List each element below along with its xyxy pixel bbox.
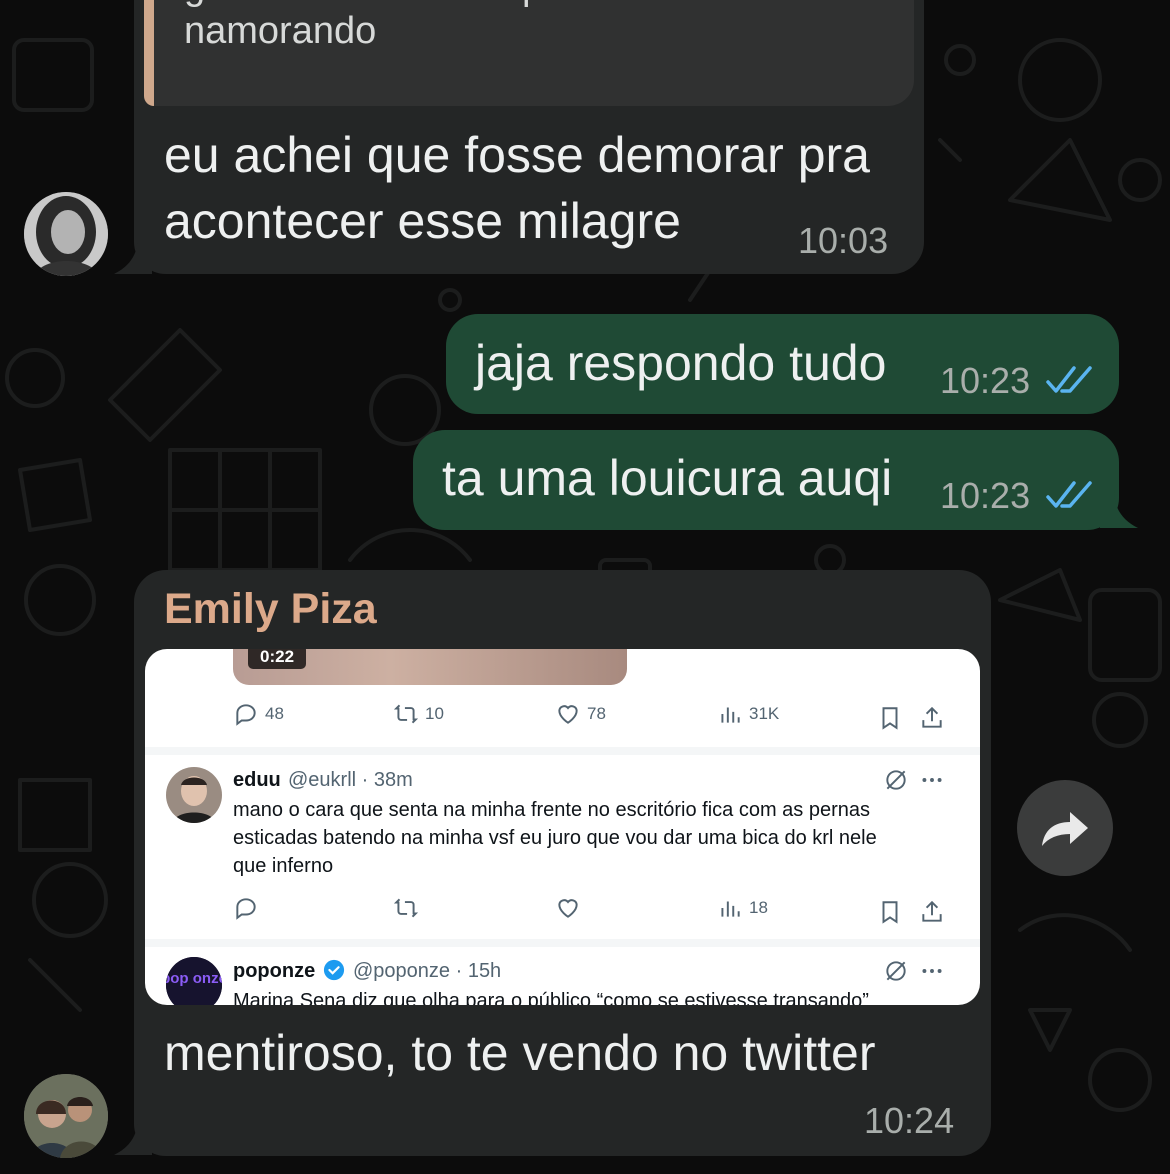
reply-icon xyxy=(236,898,256,920)
more-options-icon xyxy=(922,969,942,973)
reply-count: 48 xyxy=(265,704,284,723)
reply-action: 48 xyxy=(233,701,284,727)
views-count: 18 xyxy=(749,898,768,917)
forward-icon xyxy=(1042,812,1088,846)
avatar-logo-text: pop onze xyxy=(166,970,222,987)
message-text-line: acontecer esse milagre xyxy=(164,193,681,249)
reply-action xyxy=(233,895,259,921)
quote-accent-bar xyxy=(144,0,154,106)
quoted-text-line: namorando xyxy=(184,10,377,52)
tweet-author-meta: @eukrll · 38m xyxy=(288,769,413,791)
like-action xyxy=(555,895,581,921)
message-timestamp: 10:03 xyxy=(798,220,889,261)
like-action: 78 xyxy=(555,701,606,727)
tweet-author-avatar xyxy=(166,767,222,823)
sender-avatar[interactable] xyxy=(24,192,108,276)
bookmark-icon xyxy=(882,707,898,730)
tweet-author-meta: @poponze · 15h xyxy=(353,960,502,982)
reply-icon xyxy=(236,704,256,726)
tweet-body-line: Marina Sena diz que olha para o público … xyxy=(233,990,869,1005)
tweet-author-name: poponze xyxy=(233,960,316,982)
retweet-action xyxy=(393,895,419,921)
views-icon xyxy=(721,707,740,723)
message-text-line: eu achei que fosse demorar pra xyxy=(164,127,870,183)
tweet-body-line: que inferno xyxy=(233,855,334,877)
quoted-text-line: gente não acredito que o eduardo está xyxy=(184,0,837,9)
bookmark-icon xyxy=(882,901,898,924)
grok-icon xyxy=(886,961,906,981)
retweet-action: 10 xyxy=(393,701,444,727)
retweet-count: 10 xyxy=(425,704,444,723)
share-icon xyxy=(922,900,942,922)
message-text: ta uma louicura auqi xyxy=(442,450,893,506)
video-duration: 0:22 xyxy=(248,649,307,669)
message-timestamp: 10:24 xyxy=(864,1100,955,1141)
tweet-actions-row: 18 xyxy=(145,895,980,931)
message-text: mentiroso, to te vendo no twitter xyxy=(164,1025,876,1081)
quoted-message[interactable]: gente não acredito que o eduardo está na… xyxy=(144,0,914,106)
share-icon xyxy=(922,706,942,728)
bubble-tail xyxy=(1100,490,1138,528)
views-action: 18 xyxy=(717,895,768,921)
forward-button[interactable] xyxy=(1017,780,1113,876)
tweet-body-line: esticadas batendo na minha vsf eu juro q… xyxy=(233,827,877,849)
more-options-icon xyxy=(922,778,942,782)
bubble-tail xyxy=(114,236,152,274)
read-receipt-icon xyxy=(1046,481,1092,508)
sender-name[interactable]: Emily Piza xyxy=(164,585,377,634)
tweet-divider xyxy=(145,939,980,947)
views-action: 31K xyxy=(717,701,779,727)
bubble-tail xyxy=(114,1117,152,1155)
tweet-body-line: mano o cara que senta na minha frente no… xyxy=(233,799,871,821)
tweet-author-name: eduu xyxy=(233,769,281,791)
heart-icon xyxy=(558,705,578,724)
message-timestamp: 10:23 xyxy=(940,360,1031,401)
shared-image[interactable]: 0:22 48 10 78 31K eduu @eukrll · 38m man… xyxy=(145,649,980,1005)
sender-avatar[interactable] xyxy=(24,1074,108,1158)
heart-icon xyxy=(558,899,578,918)
retweet-icon xyxy=(393,704,419,724)
retweet-icon xyxy=(393,898,419,918)
like-count: 78 xyxy=(587,704,606,723)
tweet-divider xyxy=(145,747,980,755)
verified-badge-icon xyxy=(323,959,345,981)
read-receipt-icon xyxy=(1046,366,1092,393)
tweet-actions-row: 48 10 78 31K xyxy=(145,701,980,737)
message-text: jaja respondo tudo xyxy=(475,335,887,391)
tweet-author-avatar: pop onze xyxy=(166,957,222,1005)
message-timestamp: 10:23 xyxy=(940,475,1031,516)
grok-icon xyxy=(886,770,906,790)
views-count: 31K xyxy=(749,704,780,723)
views-icon xyxy=(721,901,740,917)
